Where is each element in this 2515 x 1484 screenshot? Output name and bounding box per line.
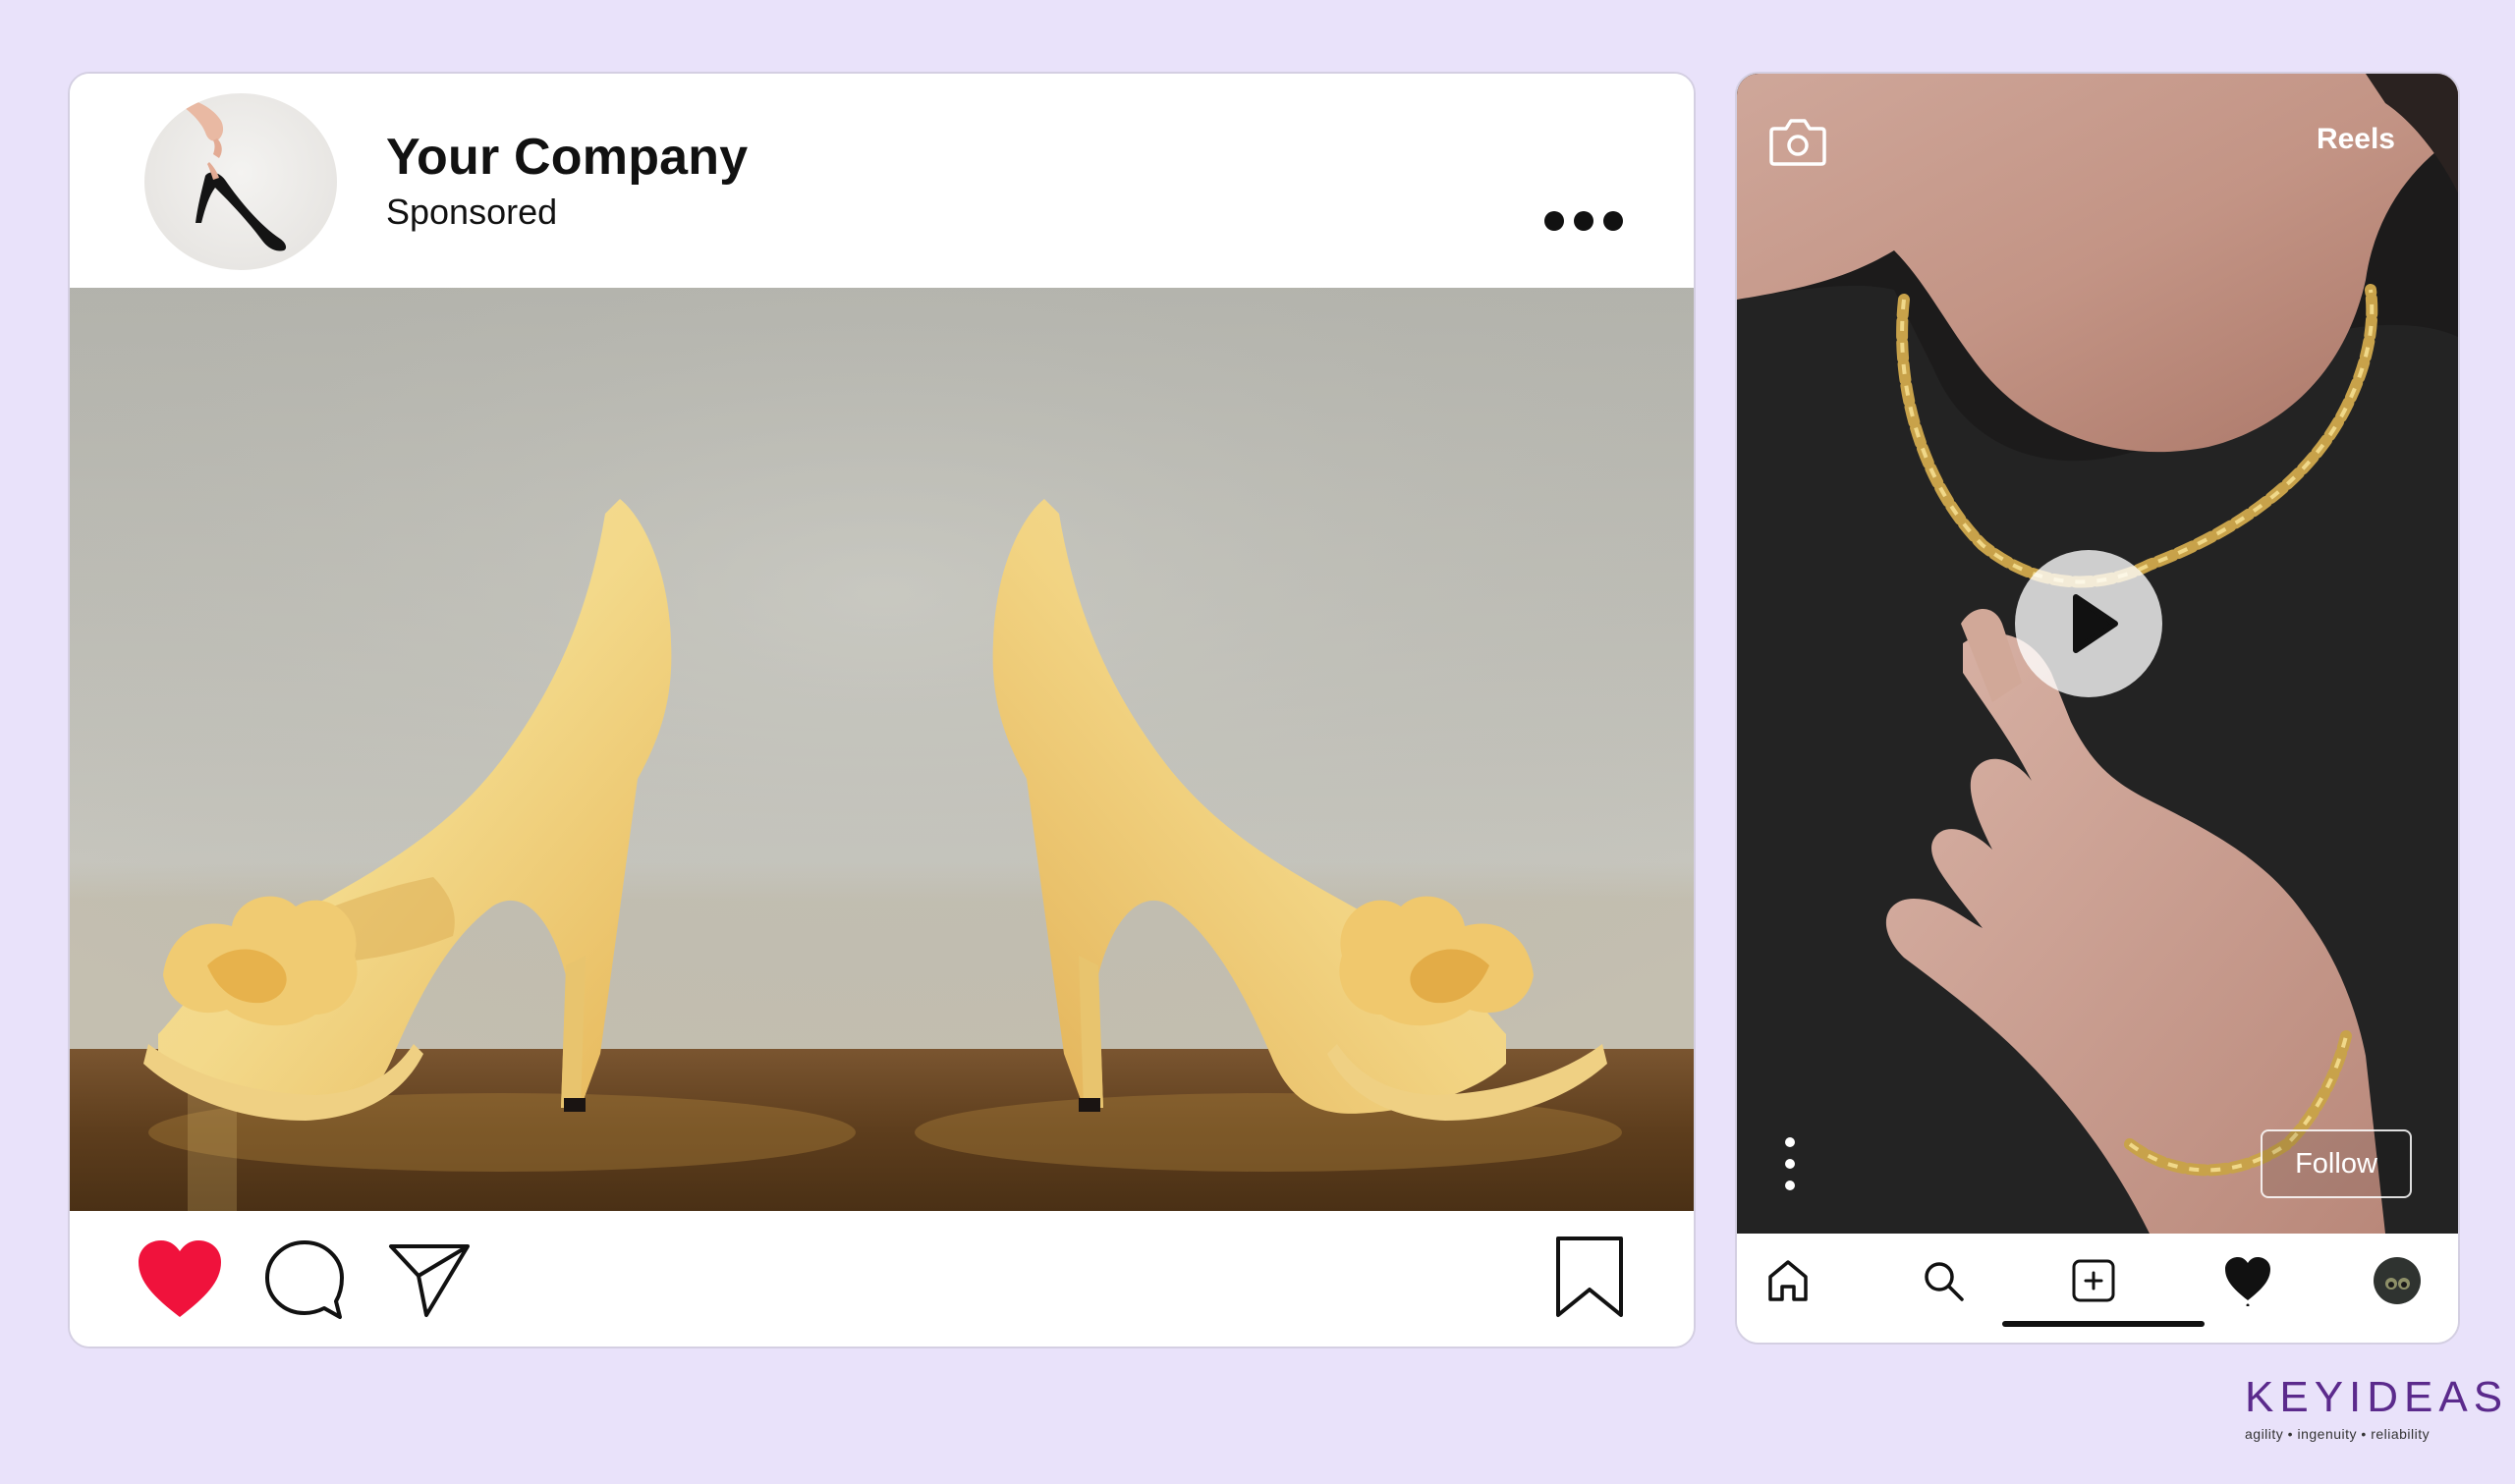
search-icon[interactable] <box>1914 1251 1973 1310</box>
bottom-nav <box>1737 1234 2458 1343</box>
add-post-icon[interactable] <box>2064 1251 2123 1310</box>
camera-icon[interactable] <box>1768 115 1827 168</box>
heart-icon[interactable] <box>2218 1251 2277 1310</box>
follow-button[interactable]: Follow <box>2261 1129 2412 1198</box>
heart-filled-icon[interactable] <box>135 1238 225 1326</box>
home-indicator[interactable] <box>2002 1321 2205 1327</box>
more-horizontal-icon[interactable] <box>1539 206 1628 236</box>
yellow-heels-photo <box>70 288 1694 1211</box>
post-header: Your Company Sponsored <box>70 74 1694 288</box>
sponsored-post-card: Your Company Sponsored <box>68 72 1696 1348</box>
brand-tagline: agility • ingenuity • reliability <box>2245 1426 2431 1442</box>
profile-avatar[interactable] <box>2368 1251 2427 1310</box>
brand-name: KEYIDEAS <box>2245 1373 2509 1421</box>
send-icon[interactable] <box>387 1240 472 1324</box>
brand-logo: KEYIDEAS agility • ingenuity • reliabili… <box>2245 1373 2509 1442</box>
comment-icon[interactable] <box>261 1237 348 1328</box>
company-name[interactable]: Your Company <box>386 128 748 187</box>
play-icon[interactable] <box>2015 550 2162 697</box>
post-image[interactable] <box>70 288 1694 1211</box>
more-vertical-icon[interactable] <box>1778 1134 1802 1193</box>
shoe-logo-image <box>184 99 287 251</box>
company-avatar[interactable] <box>144 93 337 270</box>
home-icon[interactable] <box>1759 1251 1817 1310</box>
sponsored-label: Sponsored <box>386 192 558 232</box>
reels-phone-card: Reels Follow <box>1735 72 2460 1345</box>
reel-video[interactable]: Reels Follow <box>1737 74 2458 1234</box>
bookmark-icon[interactable] <box>1554 1235 1625 1324</box>
reels-title: Reels <box>2316 123 2395 155</box>
post-actions-bar <box>70 1211 1694 1347</box>
